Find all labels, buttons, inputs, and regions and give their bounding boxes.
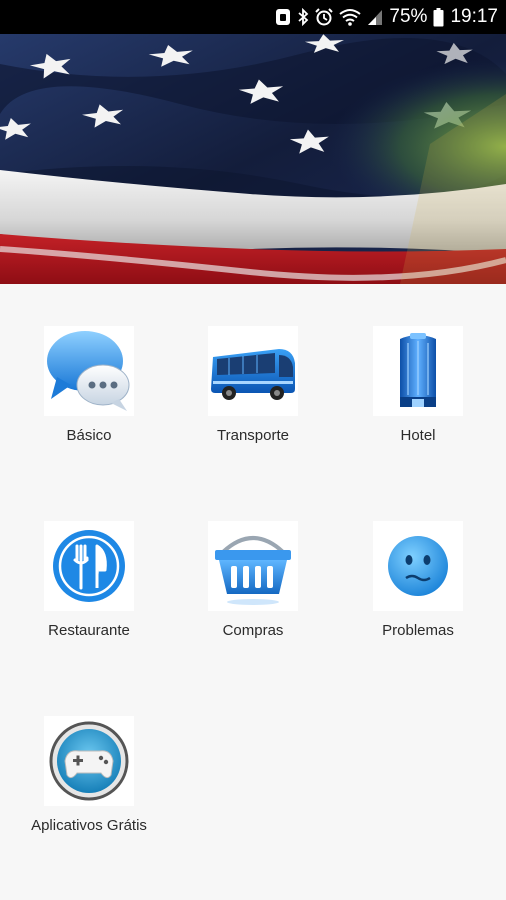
chat-bubbles-icon: [44, 326, 134, 416]
status-bar: 75% 19:17: [0, 0, 506, 34]
notification-icon: [275, 8, 291, 26]
menu-item-problemas[interactable]: Problemas: [338, 521, 498, 671]
flag-banner: [0, 34, 506, 284]
menu-item-label: Aplicativos Grátis: [31, 817, 147, 834]
battery-icon: [433, 7, 444, 27]
menu-item-hotel[interactable]: Hotel: [338, 326, 498, 476]
wifi-icon: [339, 8, 362, 26]
menu-item-basico[interactable]: Básico: [9, 326, 169, 476]
cellular-signal-icon: [367, 8, 383, 26]
menu-item-compras[interactable]: Compras: [173, 521, 333, 671]
menu-item-aplicativos-gratis[interactable]: Aplicativos Grátis: [9, 716, 169, 866]
bus-icon: [208, 326, 298, 416]
bluetooth-icon: [297, 8, 309, 26]
alarm-icon: [315, 8, 334, 26]
menu-item-label: Restaurante: [48, 622, 130, 639]
clock: 19:17: [450, 6, 498, 27]
sad-face-icon: [373, 521, 463, 611]
menu-grid: Básico Transporte Hotel Restaurante Comp…: [0, 284, 506, 900]
menu-item-label: Hotel: [400, 427, 436, 444]
menu-item-transporte[interactable]: Transporte: [173, 326, 333, 476]
menu-item-label: Compras: [222, 622, 284, 639]
menu-item-label: Problemas: [382, 622, 454, 639]
shopping-basket-icon: [208, 521, 298, 611]
fork-knife-icon: [44, 521, 134, 611]
hotel-building-icon: [373, 326, 463, 416]
menu-item-label: Transporte: [217, 427, 289, 444]
gamepad-icon: [44, 716, 134, 806]
menu-item-restaurante[interactable]: Restaurante: [9, 521, 169, 671]
menu-item-label: Básico: [66, 427, 112, 444]
battery-percent: 75%: [389, 6, 428, 27]
